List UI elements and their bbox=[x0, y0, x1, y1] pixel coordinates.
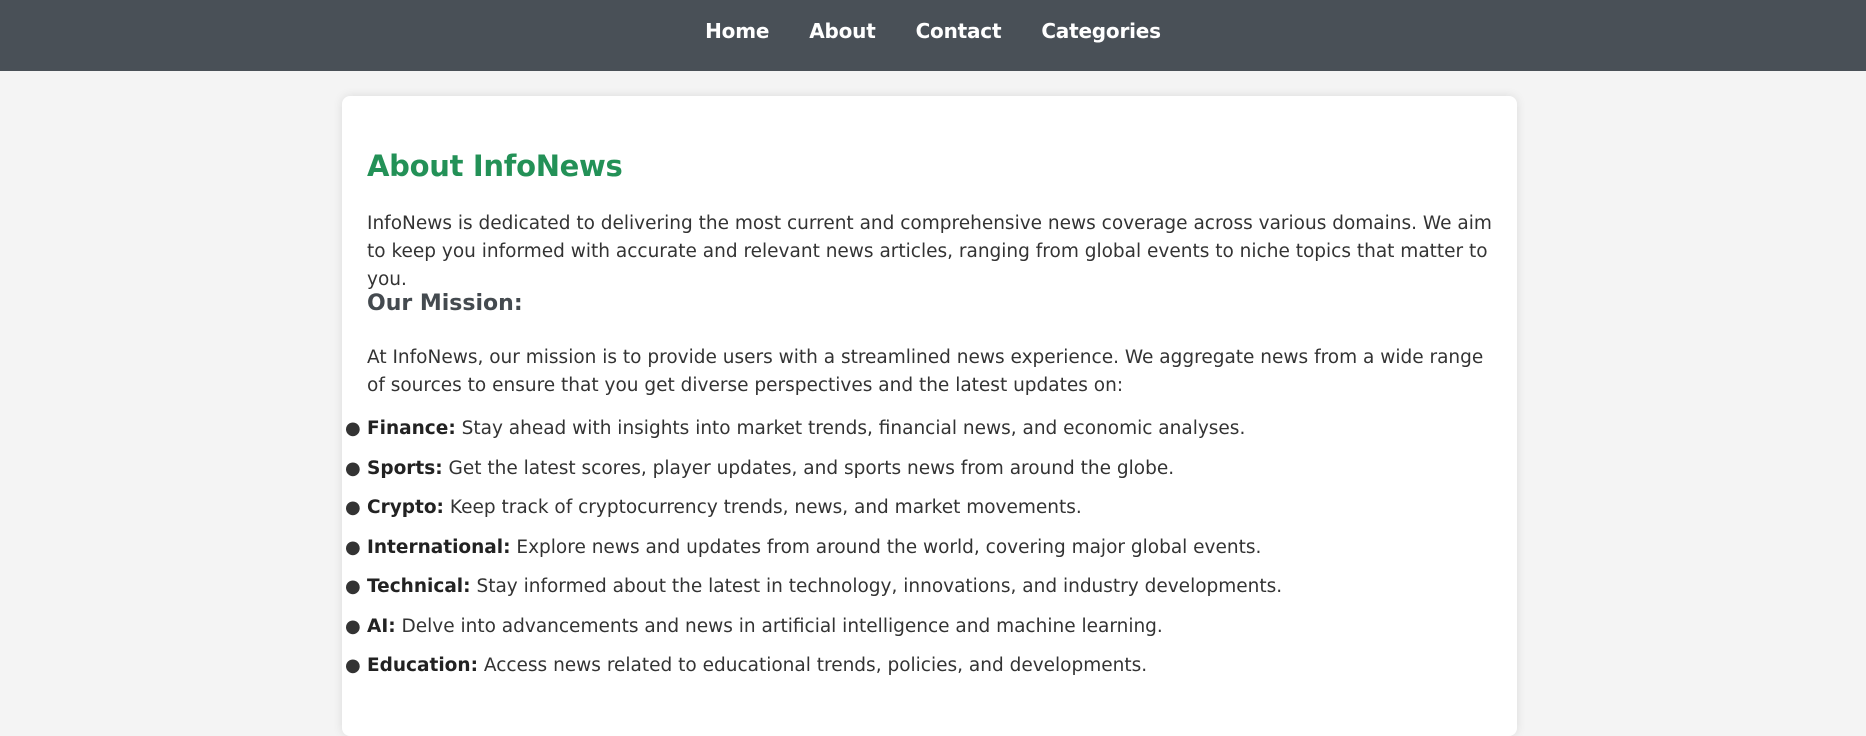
topic-description: Explore news and updates from around the… bbox=[516, 536, 1262, 558]
topic-name: Education: bbox=[367, 655, 478, 676]
intro-paragraph: InfoNews is dedicated to delivering the … bbox=[367, 213, 1492, 290]
mission-heading: Our Mission: bbox=[367, 291, 523, 316]
topic-name: International: bbox=[367, 536, 511, 558]
bullet-icon: ● bbox=[345, 418, 361, 439]
bullet-icon: ● bbox=[345, 536, 361, 558]
mission-paragraph: At InfoNews, our mission is to provide u… bbox=[367, 347, 1484, 396]
list-item: ● International: Explore news and updates… bbox=[345, 534, 1282, 574]
topic-description: Keep track of cryptocurrency trends, new… bbox=[449, 497, 1082, 518]
topic-name: Crypto: bbox=[367, 497, 444, 518]
nav-home-link[interactable]: Home bbox=[705, 19, 769, 43]
topic-description: Access news related to educational trend… bbox=[483, 655, 1148, 676]
top-navigation: Home About Contact Categories bbox=[0, 0, 1866, 71]
page-title: About InfoNews bbox=[367, 149, 623, 183]
bullet-icon: ● bbox=[345, 655, 361, 676]
topic-name: AI: bbox=[367, 615, 396, 637]
topic-description: Stay ahead with insights into market tre… bbox=[461, 418, 1246, 439]
nav-about-link[interactable]: About bbox=[809, 19, 876, 43]
bullet-icon: ● bbox=[345, 497, 361, 518]
topic-name: Finance: bbox=[367, 418, 456, 439]
topic-description: Delve into advancements and news in arti… bbox=[401, 615, 1163, 637]
topic-name: Sports: bbox=[367, 457, 443, 479]
bullet-icon: ● bbox=[345, 576, 361, 597]
bullet-icon: ● bbox=[345, 457, 361, 479]
topic-description: Get the latest scores, player updates, a… bbox=[448, 457, 1175, 479]
topics-list: ● Finance: Stay ahead with insights into … bbox=[345, 415, 1283, 692]
nav-categories-link[interactable]: Categories bbox=[1041, 19, 1161, 43]
topic-name: Technical: bbox=[367, 576, 471, 597]
list-item: ● Finance: Stay ahead with insights into … bbox=[345, 415, 1282, 455]
nav-contact-link[interactable]: Contact bbox=[916, 19, 1002, 43]
bullet-icon: ● bbox=[345, 615, 361, 637]
list-item: ● Sports: Get the latest scores, player u… bbox=[345, 455, 1282, 495]
list-item: ● Crypto: Keep track of cryptocurrency tr… bbox=[345, 494, 1282, 534]
topic-description: Stay informed about the latest in techno… bbox=[476, 576, 1283, 597]
list-item: ● Education: Access news related to educa… bbox=[345, 652, 1282, 692]
list-item: ● Technical: Stay informed about the late… bbox=[345, 573, 1283, 613]
list-item: ● AI: Delve into advancements and news in… bbox=[345, 613, 1282, 653]
about-card: About InfoNews InfoNews is dedicated to … bbox=[342, 96, 1517, 736]
